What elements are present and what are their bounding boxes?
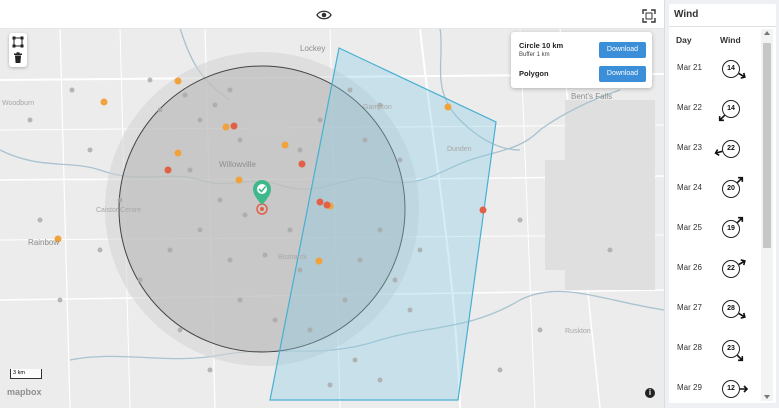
fullscreen-icon[interactable] <box>642 9 656 23</box>
draw-toolbar <box>9 33 27 67</box>
wind-row: Mar 22 14 <box>669 89 761 129</box>
wind-indicator: 20 <box>714 169 754 209</box>
wind-row: Mar 26 22 <box>669 249 761 289</box>
wind-speed: 20 <box>722 180 740 198</box>
map-toolbar <box>0 0 664 29</box>
place-label: Willowville <box>219 160 256 169</box>
day-label: Mar 25 <box>677 223 702 232</box>
wind-speed: 19 <box>722 220 740 238</box>
wind-indicator: 22 <box>714 249 754 289</box>
place-label: Rainbow <box>28 238 60 247</box>
eye-icon[interactable] <box>316 9 332 21</box>
place-label: Caistor Centre <box>96 207 142 214</box>
circle-title: Circle 10 km <box>519 41 564 50</box>
wind-indicator: 23 <box>714 329 754 369</box>
day-label: Mar 22 <box>677 103 702 112</box>
wind-row: Mar 24 20 <box>669 169 761 209</box>
wind-speed: 23 <box>722 340 740 358</box>
wind-row: Mar 25 19 <box>669 209 761 249</box>
wind-indicator: 22 <box>714 129 754 169</box>
place-label: Bismarck <box>278 254 307 261</box>
center-dot <box>260 207 264 211</box>
wind-indicator: 14 <box>714 49 754 89</box>
divider <box>669 26 776 27</box>
scrollbar[interactable] <box>761 29 773 401</box>
panel-title: Wind <box>674 9 699 20</box>
place-label: Gampton <box>363 104 392 111</box>
day-label: Mar 23 <box>677 143 702 152</box>
wind-indicator: 28 <box>714 289 754 329</box>
polygon-title: Polygon <box>519 69 549 78</box>
place-label: Ruskton <box>565 328 591 335</box>
circle-subtitle: Buffer 1 km <box>519 52 550 58</box>
download-circle-button[interactable]: Download <box>599 42 646 58</box>
place-label: Bent's Falls <box>571 92 613 101</box>
wind-row: Mar 29 12 <box>669 369 761 403</box>
wind-speed: 14 <box>722 100 740 118</box>
place-label: Woodburn <box>2 100 35 107</box>
wind-row: Mar 23 22 <box>669 129 761 169</box>
wind-speed: 28 <box>722 300 740 318</box>
selection-popup: Circle 10 km Buffer 1 km Download Polygo… <box>511 32 652 88</box>
scroll-down-icon[interactable] <box>764 395 770 399</box>
place-label: Dunden <box>447 146 472 153</box>
mapbox-logo[interactable]: mapbox <box>7 387 42 397</box>
scale-bar: 3 km <box>10 369 42 379</box>
column-header-wind: Wind <box>720 35 741 45</box>
day-label: Mar 21 <box>677 63 702 72</box>
map-view[interactable]: Lockey Willowville Caistor Centre Rainbo… <box>0 0 665 408</box>
wind-speed: 22 <box>722 260 740 278</box>
day-label: Mar 29 <box>677 383 702 392</box>
wind-row: Mar 27 28 <box>669 289 761 329</box>
wind-indicator: 14 <box>714 89 754 129</box>
day-label: Mar 28 <box>677 343 702 352</box>
wind-row: Mar 21 14 <box>669 49 761 89</box>
info-icon[interactable]: i <box>645 388 655 398</box>
day-label: Mar 24 <box>677 183 702 192</box>
column-header-day: Day <box>676 35 692 45</box>
wind-speed: 14 <box>722 60 740 78</box>
trash-icon[interactable] <box>12 52 24 64</box>
place-label: Lockey <box>300 44 326 53</box>
wind-panel: Wind Day Wind Mar 21 14 Mar 22 14 Mar 23 22 Ma… <box>669 4 776 403</box>
wind-row: Mar 28 23 <box>669 329 761 369</box>
day-label: Mar 26 <box>677 263 702 272</box>
draw-polygon-icon[interactable] <box>12 36 24 48</box>
wind-speed: 22 <box>722 140 740 158</box>
day-label: Mar 27 <box>677 303 702 312</box>
wind-indicator: 19 <box>714 209 754 249</box>
scroll-up-icon[interactable] <box>764 31 770 35</box>
scroll-thumb[interactable] <box>763 43 771 248</box>
download-polygon-button[interactable]: Download <box>599 66 646 82</box>
wind-speed: 12 <box>722 380 740 398</box>
wind-indicator: 12 <box>714 369 754 403</box>
